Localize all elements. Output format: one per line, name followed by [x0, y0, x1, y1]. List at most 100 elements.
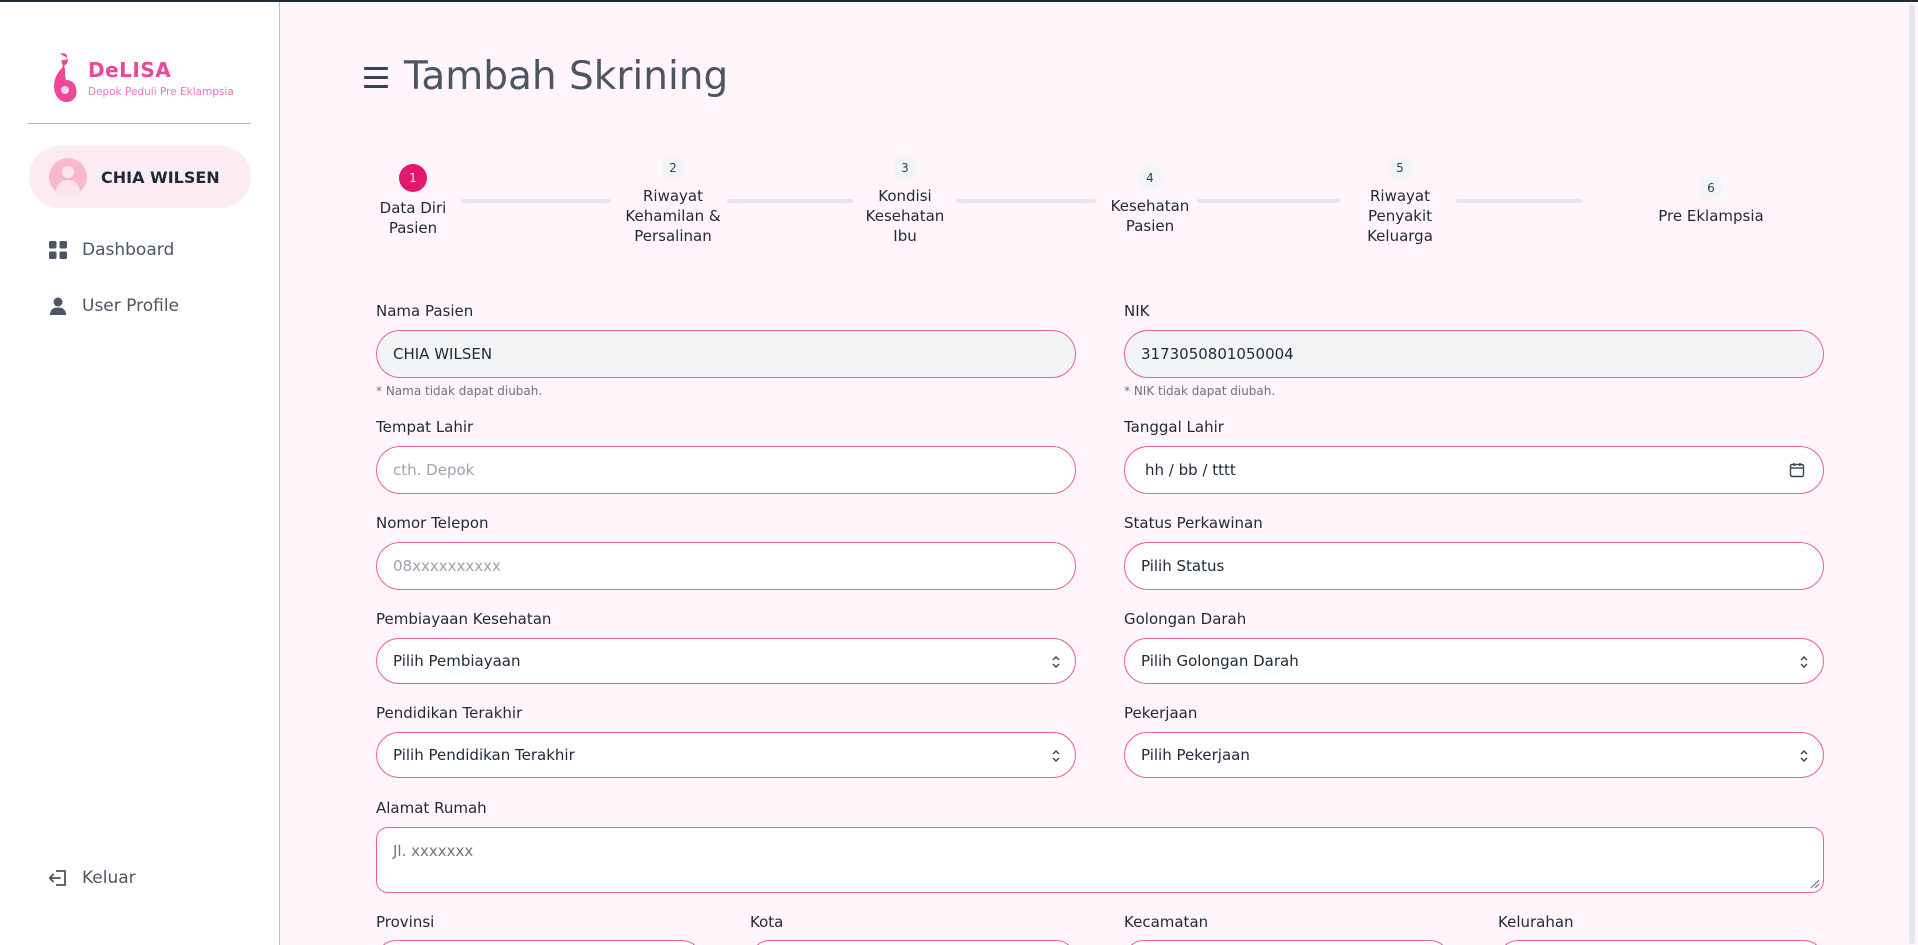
- nama-pasien-label: Nama Pasien: [376, 302, 474, 320]
- logout-icon: [48, 870, 66, 886]
- sidebar-divider: [28, 123, 250, 124]
- step-label: Kondisi: [878, 187, 932, 205]
- user-icon: [50, 297, 66, 315]
- nik-hint: * NIK tidak dapat diubah.: [1124, 384, 1276, 398]
- kota-label: Kota: [750, 913, 784, 931]
- chevron-updown-icon: [1052, 656, 1060, 668]
- pendidikan-select[interactable]: Pilih Pendidikan Terakhir: [376, 732, 1076, 778]
- step-label: Kesehatan: [865, 207, 945, 225]
- logout-button[interactable]: Keluar: [48, 868, 136, 888]
- app-name: DeLISA: [88, 58, 172, 82]
- step-3[interactable]: 3 Kondisi Kesehatan Ibu: [857, 156, 953, 246]
- user-name: CHIA WILSEN: [101, 167, 220, 187]
- kelurahan-label: Kelurahan: [1498, 913, 1574, 931]
- step-label: Kesehatan: [1110, 197, 1190, 215]
- nik-field: 3173050801050004: [1124, 330, 1824, 378]
- tempat-lahir-input[interactable]: cth. Depok: [376, 446, 1076, 494]
- step-number: 4: [1138, 166, 1162, 190]
- tanggal-lahir-input[interactable]: hh / bb / tttt: [1124, 446, 1824, 494]
- step-number: 6: [1699, 176, 1723, 200]
- app-logo[interactable]: DeLISA Depok Peduli Pre Eklampsia: [50, 52, 234, 104]
- scrollbar-thumb[interactable]: [1909, 4, 1915, 944]
- step-connector: [461, 199, 611, 203]
- page-title: Tambah Skrining: [404, 54, 729, 99]
- golongan-darah-label: Golongan Darah: [1124, 610, 1247, 628]
- sidebar-item-dashboard[interactable]: Dashboard: [48, 240, 174, 260]
- nomor-telepon-input[interactable]: 08xxxxxxxxxx: [376, 542, 1076, 590]
- step-label: Pre Eklampsia: [1658, 207, 1764, 225]
- kecamatan-select[interactable]: [1124, 940, 1450, 945]
- user-card[interactable]: CHIA WILSEN: [29, 146, 251, 208]
- pendidikan-value: Pilih Pendidikan Terakhir: [393, 746, 575, 764]
- sidebar-item-user-profile[interactable]: User Profile: [48, 296, 179, 316]
- page-scrollbar[interactable]: [1906, 2, 1918, 945]
- step-connector: [956, 199, 1096, 203]
- step-number: 3: [893, 156, 917, 180]
- chevron-updown-icon: [1800, 750, 1808, 762]
- alamat-textarea[interactable]: [376, 827, 1824, 893]
- tanggal-lahir-placeholder: hh / bb / tttt: [1145, 461, 1236, 479]
- status-perkawinan-select[interactable]: Pilih Status: [1124, 542, 1824, 590]
- chevron-updown-icon: [1800, 656, 1808, 668]
- step-label: Data Diri: [379, 199, 447, 217]
- chevron-updown-icon: [1052, 750, 1060, 762]
- step-label: Pasien: [388, 219, 438, 237]
- nik-label: NIK: [1124, 302, 1150, 320]
- step-connector: [1197, 199, 1340, 203]
- status-perkawinan-label: Status Perkawinan: [1124, 514, 1263, 532]
- pekerjaan-value: Pilih Pekerjaan: [1141, 746, 1250, 764]
- step-1[interactable]: 1 Data Diri Pasien: [374, 164, 452, 238]
- tanggal-lahir-label: Tanggal Lahir: [1124, 418, 1224, 436]
- kelurahan-select[interactable]: [1498, 940, 1824, 945]
- nomor-telepon-placeholder: 08xxxxxxxxxx: [393, 557, 501, 575]
- step-number: 5: [1388, 156, 1412, 180]
- provinsi-label: Provinsi: [376, 913, 435, 931]
- alamat-label: Alamat Rumah: [376, 799, 487, 817]
- sidebar: DeLISA Depok Peduli Pre Eklampsia CHIA W…: [0, 2, 280, 945]
- logout-label: Keluar: [82, 868, 136, 888]
- pregnant-woman-logo-icon: [50, 52, 80, 104]
- step-number: 2: [661, 156, 685, 180]
- kota-select[interactable]: [750, 940, 1076, 945]
- step-label: Persalinan: [634, 227, 712, 245]
- pekerjaan-label: Pekerjaan: [1124, 704, 1198, 722]
- dashboard-grid-icon: [49, 241, 67, 259]
- pembiayaan-select[interactable]: Pilih Pembiayaan: [376, 638, 1076, 684]
- menu-toggle-button[interactable]: [364, 67, 388, 89]
- kecamatan-label: Kecamatan: [1124, 913, 1209, 931]
- step-5[interactable]: 5 Riwayat Penyakit Keluarga: [1352, 156, 1448, 246]
- nama-pasien-hint: * Nama tidak dapat diubah.: [376, 384, 543, 398]
- step-label: Kehamilan &: [625, 207, 721, 225]
- window-top-border: [0, 0, 1918, 2]
- tempat-lahir-placeholder: cth. Depok: [393, 461, 475, 479]
- tempat-lahir-label: Tempat Lahir: [376, 418, 474, 436]
- sidebar-item-label: User Profile: [82, 296, 180, 316]
- step-label: Ibu: [893, 227, 917, 245]
- nama-pasien-field: CHIA WILSEN: [376, 330, 1076, 378]
- sidebar-item-label: Dashboard: [82, 240, 175, 260]
- status-perkawinan-value: Pilih Status: [1141, 557, 1225, 575]
- app-tagline: Depok Peduli Pre Eklampsia: [88, 86, 234, 98]
- step-2[interactable]: 2 Riwayat Kehamilan & Persalinan: [618, 156, 728, 246]
- step-connector: [1456, 199, 1582, 203]
- step-label: Riwayat: [1370, 187, 1430, 205]
- step-4[interactable]: 4 Kesehatan Pasien: [1102, 166, 1198, 236]
- calendar-icon[interactable]: [1789, 462, 1805, 478]
- resize-handle-icon[interactable]: [1808, 877, 1820, 889]
- golongan-darah-select[interactable]: Pilih Golongan Darah: [1124, 638, 1824, 684]
- golongan-darah-value: Pilih Golongan Darah: [1141, 652, 1299, 670]
- pembiayaan-label: Pembiayaan Kesehatan: [376, 610, 552, 628]
- pekerjaan-select[interactable]: Pilih Pekerjaan: [1124, 732, 1824, 778]
- step-label: Riwayat: [643, 187, 703, 205]
- avatar: [49, 158, 87, 196]
- nama-pasien-value: CHIA WILSEN: [393, 345, 493, 363]
- pendidikan-label: Pendidikan Terakhir: [376, 704, 523, 722]
- step-label: Pasien: [1125, 217, 1175, 235]
- step-connector: [727, 199, 853, 203]
- provinsi-select[interactable]: [376, 940, 702, 945]
- step-6[interactable]: 6 Pre Eklampsia: [1634, 176, 1788, 226]
- pembiayaan-value: Pilih Pembiayaan: [393, 652, 521, 670]
- nomor-telepon-label: Nomor Telepon: [376, 514, 489, 532]
- step-number: 1: [399, 164, 427, 192]
- nik-value: 3173050801050004: [1141, 345, 1294, 363]
